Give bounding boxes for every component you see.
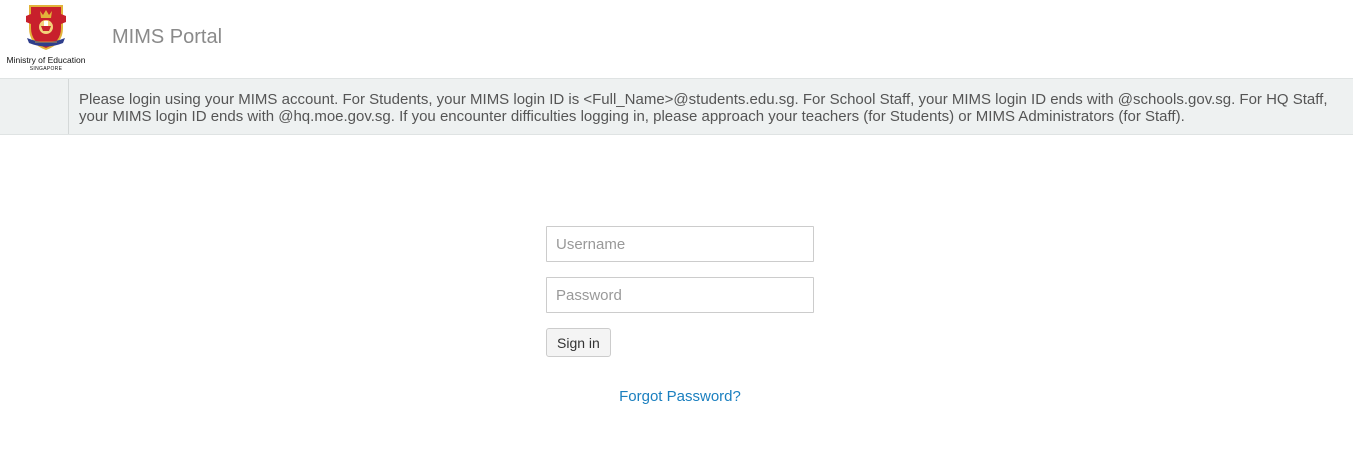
notice-divider (68, 79, 69, 134)
forgot-password-link[interactable]: Forgot Password? (546, 388, 814, 405)
login-form: Sign in (546, 226, 814, 357)
moe-logo[interactable]: Ministry of Education SINGAPORE (0, 2, 92, 76)
notice-text: Please login using your MIMS account. Fo… (79, 91, 1328, 125)
sign-in-button[interactable]: Sign in (546, 328, 611, 357)
header: Ministry of Education SINGAPORE MIMS Por… (0, 0, 1353, 78)
logo-name: Ministry of Education (6, 55, 86, 65)
username-input[interactable] (546, 226, 814, 262)
page-title: MIMS Portal (112, 26, 223, 48)
password-input[interactable] (546, 277, 814, 313)
logo-subtitle: SINGAPORE (29, 66, 63, 72)
crest-icon (26, 5, 66, 50)
login-notice: Please login using your MIMS account. Fo… (0, 78, 1353, 135)
